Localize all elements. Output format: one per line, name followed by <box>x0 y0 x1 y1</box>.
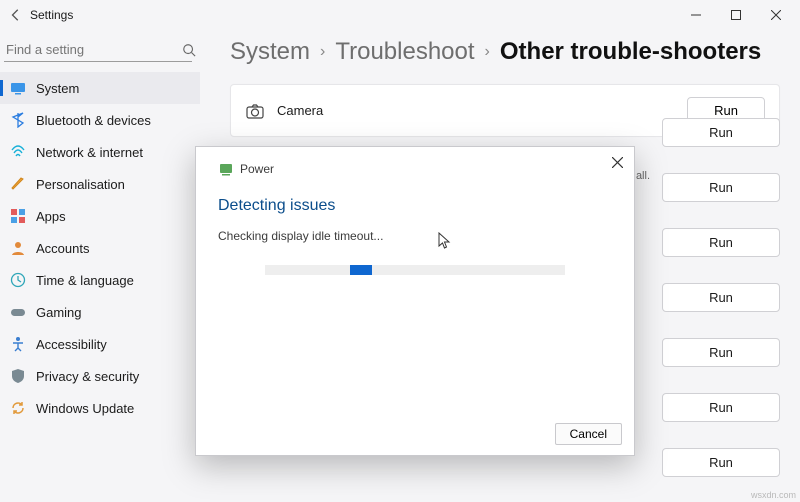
dialog-heading: Detecting issues <box>218 197 612 215</box>
window-close-button[interactable] <box>756 0 796 30</box>
sidebar-item-label: Gaming <box>36 305 82 320</box>
system-icon <box>10 80 26 96</box>
search-wrap[interactable] <box>4 38 192 62</box>
troubleshooter-name: Camera <box>277 103 323 118</box>
sidebar: System Bluetooth & devices Network & int… <box>0 30 200 502</box>
sidebar-item-label: Time & language <box>36 273 134 288</box>
cancel-button[interactable]: Cancel <box>555 423 622 445</box>
sidebar-item-label: Accessibility <box>36 337 107 352</box>
run-button[interactable]: Run <box>662 228 780 257</box>
search-input[interactable] <box>6 42 182 57</box>
sidebar-item-personalisation[interactable]: Personalisation <box>0 168 200 200</box>
search-icon <box>182 43 196 57</box>
dialog-name: Power <box>240 162 274 176</box>
accessibility-icon <box>10 336 26 352</box>
partial-text: all. <box>636 170 650 182</box>
sidebar-item-label: Windows Update <box>36 401 134 416</box>
extra-run-buttons: Run Run Run Run Run Run Run <box>662 118 780 477</box>
shield-icon <box>10 368 26 384</box>
sidebar-item-label: Apps <box>36 209 66 224</box>
run-button[interactable]: Run <box>662 283 780 312</box>
minimize-button[interactable] <box>676 0 716 30</box>
sidebar-item-windows-update[interactable]: Windows Update <box>0 392 200 424</box>
chevron-right-icon: › <box>485 43 490 61</box>
sidebar-item-label: Accounts <box>36 241 89 256</box>
run-button[interactable]: Run <box>662 393 780 422</box>
apps-icon <box>10 208 26 224</box>
sidebar-item-system[interactable]: System <box>0 72 200 104</box>
sidebar-item-time-language[interactable]: Time & language <box>0 264 200 296</box>
progress-indicator <box>350 265 372 275</box>
accounts-icon <box>10 240 26 256</box>
dialog-close-button[interactable] <box>608 153 626 171</box>
sidebar-item-label: Privacy & security <box>36 369 139 384</box>
crumb-troubleshoot[interactable]: Troubleshoot <box>335 38 474 66</box>
run-button[interactable]: Run <box>662 173 780 202</box>
sidebar-item-accounts[interactable]: Accounts <box>0 232 200 264</box>
time-icon <box>10 272 26 288</box>
window-title: Settings <box>30 8 73 22</box>
sidebar-item-label: Network & internet <box>36 145 143 160</box>
watermark: wsxdn.com <box>751 490 796 500</box>
paint-icon <box>10 176 26 192</box>
dialog-status-text: Checking display idle timeout... <box>218 229 612 243</box>
update-icon <box>10 400 26 416</box>
sidebar-item-label: Bluetooth & devices <box>36 113 151 128</box>
progress-bar <box>265 265 565 275</box>
maximize-button[interactable] <box>716 0 756 30</box>
sidebar-item-label: System <box>36 81 79 96</box>
camera-icon <box>245 101 265 121</box>
run-button[interactable]: Run <box>662 118 780 147</box>
back-icon[interactable] <box>8 7 24 23</box>
chevron-right-icon: › <box>320 43 325 61</box>
sidebar-item-apps[interactable]: Apps <box>0 200 200 232</box>
sidebar-item-label: Personalisation <box>36 177 125 192</box>
gaming-icon <box>10 304 26 320</box>
titlebar: Settings <box>0 0 800 30</box>
run-button[interactable]: Run <box>662 338 780 367</box>
troubleshooter-dialog: Power Detecting issues Checking display … <box>195 146 635 456</box>
crumb-system[interactable]: System <box>230 38 310 66</box>
network-icon <box>10 144 26 160</box>
power-icon <box>218 161 234 177</box>
sidebar-item-gaming[interactable]: Gaming <box>0 296 200 328</box>
sidebar-item-privacy[interactable]: Privacy & security <box>0 360 200 392</box>
bluetooth-icon <box>10 112 26 128</box>
sidebar-item-network[interactable]: Network & internet <box>0 136 200 168</box>
sidebar-item-accessibility[interactable]: Accessibility <box>0 328 200 360</box>
crumb-current: Other trouble-shooters <box>500 38 761 66</box>
sidebar-item-bluetooth[interactable]: Bluetooth & devices <box>0 104 200 136</box>
run-button[interactable]: Run <box>662 448 780 477</box>
breadcrumb: System › Troubleshoot › Other trouble-sh… <box>230 38 780 66</box>
